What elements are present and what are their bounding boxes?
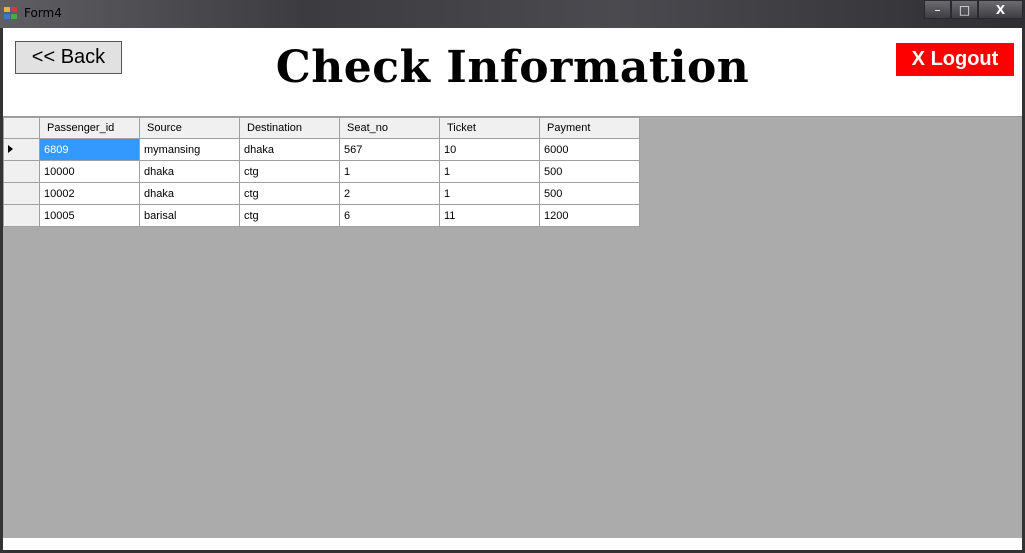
header-panel: << Back Check Information X Logout xyxy=(3,28,1022,117)
data-grid-view[interactable]: Passenger_id Source Destination Seat_no … xyxy=(3,117,1022,537)
window-title: Form4 xyxy=(24,6,62,20)
table-cell[interactable]: 1 xyxy=(339,160,440,183)
table-cell[interactable]: barisal xyxy=(139,204,240,227)
column-header-payment[interactable]: Payment xyxy=(539,117,640,139)
table-cell[interactable]: 10 xyxy=(439,138,540,161)
column-header-ticket[interactable]: Ticket xyxy=(439,117,540,139)
table-row[interactable]: 6809 mymansing dhaka 567 10 6000 xyxy=(3,138,640,161)
logout-button[interactable]: X Logout xyxy=(896,43,1014,76)
table-cell[interactable]: 10000 xyxy=(39,160,140,183)
table-cell[interactable]: 10002 xyxy=(39,182,140,205)
row-header[interactable] xyxy=(3,138,40,161)
current-row-arrow-icon xyxy=(8,144,13,153)
table-cell[interactable]: 1200 xyxy=(539,204,640,227)
page-title: Check Information xyxy=(275,42,750,93)
passenger-table: Passenger_id Source Destination Seat_no … xyxy=(3,117,640,227)
table-cell[interactable]: 567 xyxy=(339,138,440,161)
form-client-area: << Back Check Information X Logout Passe… xyxy=(3,28,1022,537)
app-icon xyxy=(4,7,18,20)
window-controls: – □ X xyxy=(924,0,1023,19)
title-bar: Form4 – □ X xyxy=(0,0,1025,28)
table-cell[interactable]: 6 xyxy=(339,204,440,227)
row-header[interactable] xyxy=(3,182,40,205)
table-cell[interactable]: 10005 xyxy=(39,204,140,227)
table-cell[interactable]: dhaka xyxy=(139,182,240,205)
table-row[interactable]: 10002 dhaka ctg 2 1 500 xyxy=(3,182,640,205)
row-header[interactable] xyxy=(3,204,40,227)
table-cell[interactable]: 1 xyxy=(439,182,540,205)
column-header-seat-no[interactable]: Seat_no xyxy=(339,117,440,139)
minimize-button[interactable]: – xyxy=(924,0,951,19)
table-cell[interactable]: 6809 xyxy=(39,138,140,161)
header-row: Passenger_id Source Destination Seat_no … xyxy=(3,117,640,139)
table-cell[interactable]: 500 xyxy=(539,182,640,205)
table-cell[interactable]: dhaka xyxy=(239,138,340,161)
table-cell[interactable]: ctg xyxy=(239,160,340,183)
column-header-passenger-id[interactable]: Passenger_id xyxy=(39,117,140,139)
table-cell[interactable]: 500 xyxy=(539,160,640,183)
table-cell[interactable]: ctg xyxy=(239,182,340,205)
status-bar xyxy=(3,537,1022,551)
table-cell[interactable]: dhaka xyxy=(139,160,240,183)
row-header[interactable] xyxy=(3,160,40,183)
row-header-corner[interactable] xyxy=(3,117,40,139)
table-cell[interactable]: 6000 xyxy=(539,138,640,161)
table-row[interactable]: 10000 dhaka ctg 1 1 500 xyxy=(3,160,640,183)
maximize-button[interactable]: □ xyxy=(951,0,978,19)
table-cell[interactable]: mymansing xyxy=(139,138,240,161)
table-row[interactable]: 10005 barisal ctg 6 11 1200 xyxy=(3,204,640,227)
table-cell[interactable]: 2 xyxy=(339,182,440,205)
table-cell[interactable]: 11 xyxy=(439,204,540,227)
column-header-destination[interactable]: Destination xyxy=(239,117,340,139)
table-cell[interactable]: ctg xyxy=(239,204,340,227)
close-button[interactable]: X xyxy=(978,0,1023,19)
table-cell[interactable]: 1 xyxy=(439,160,540,183)
column-header-source[interactable]: Source xyxy=(139,117,240,139)
